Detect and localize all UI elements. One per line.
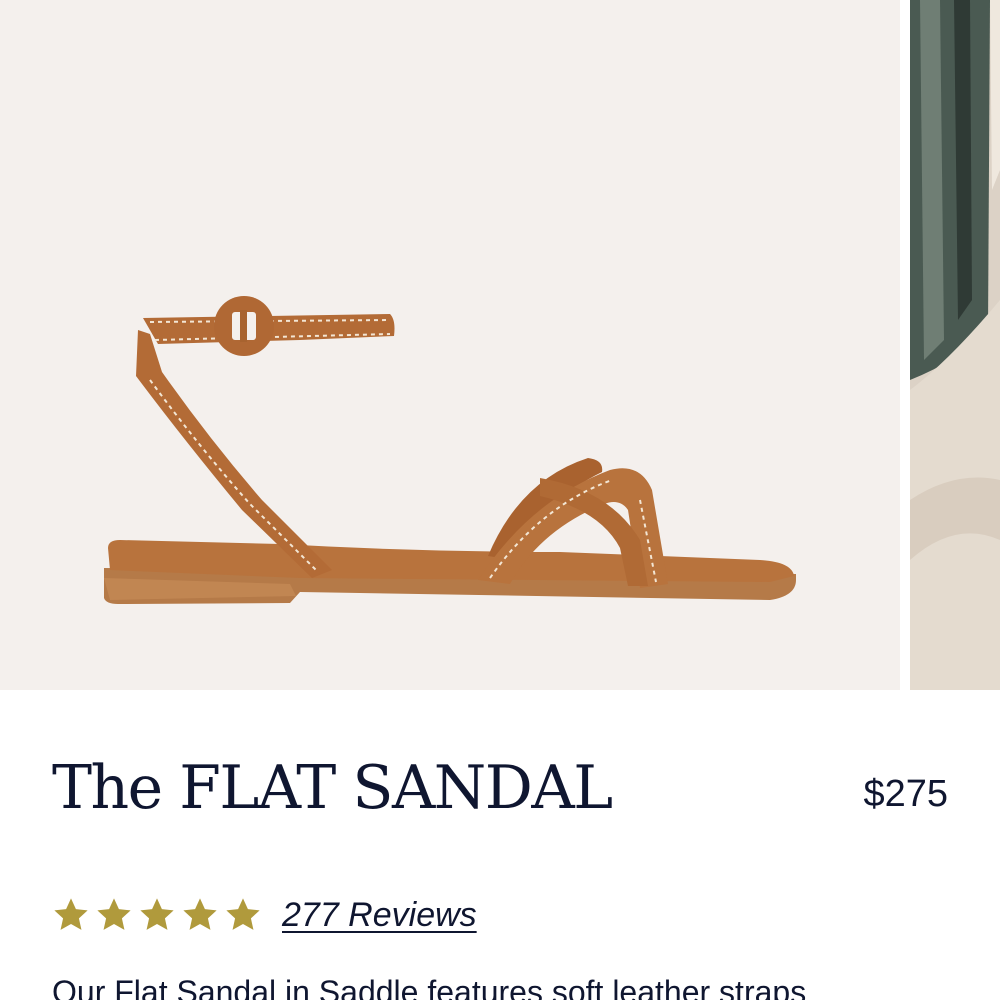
star-icon bbox=[97, 898, 131, 930]
star-icon bbox=[140, 898, 174, 930]
star-rating bbox=[52, 896, 262, 934]
product-image-gallery[interactable] bbox=[0, 0, 1000, 690]
product-price: $275 bbox=[863, 773, 948, 815]
star-icon bbox=[183, 898, 217, 930]
star-icon bbox=[226, 898, 260, 930]
product-title: The FLAT SANDAL bbox=[52, 753, 613, 823]
sandal-ankle-strap bbox=[136, 330, 332, 578]
gallery-slide-sandal[interactable] bbox=[0, 0, 900, 690]
sandal-product-image bbox=[104, 296, 796, 604]
gallery-slide-beach[interactable] bbox=[910, 0, 1000, 690]
star-icon bbox=[54, 898, 88, 930]
product-rating: 277 Reviews bbox=[52, 892, 477, 938]
reviews-link[interactable]: 277 Reviews bbox=[282, 893, 477, 937]
product-page: The FLAT SANDAL $275 277 Reviews Our Fla… bbox=[0, 0, 1000, 1000]
product-description: Our Flat Sandal in Saddle features soft … bbox=[52, 974, 807, 1000]
beach-lifestyle-image bbox=[910, 0, 1000, 690]
